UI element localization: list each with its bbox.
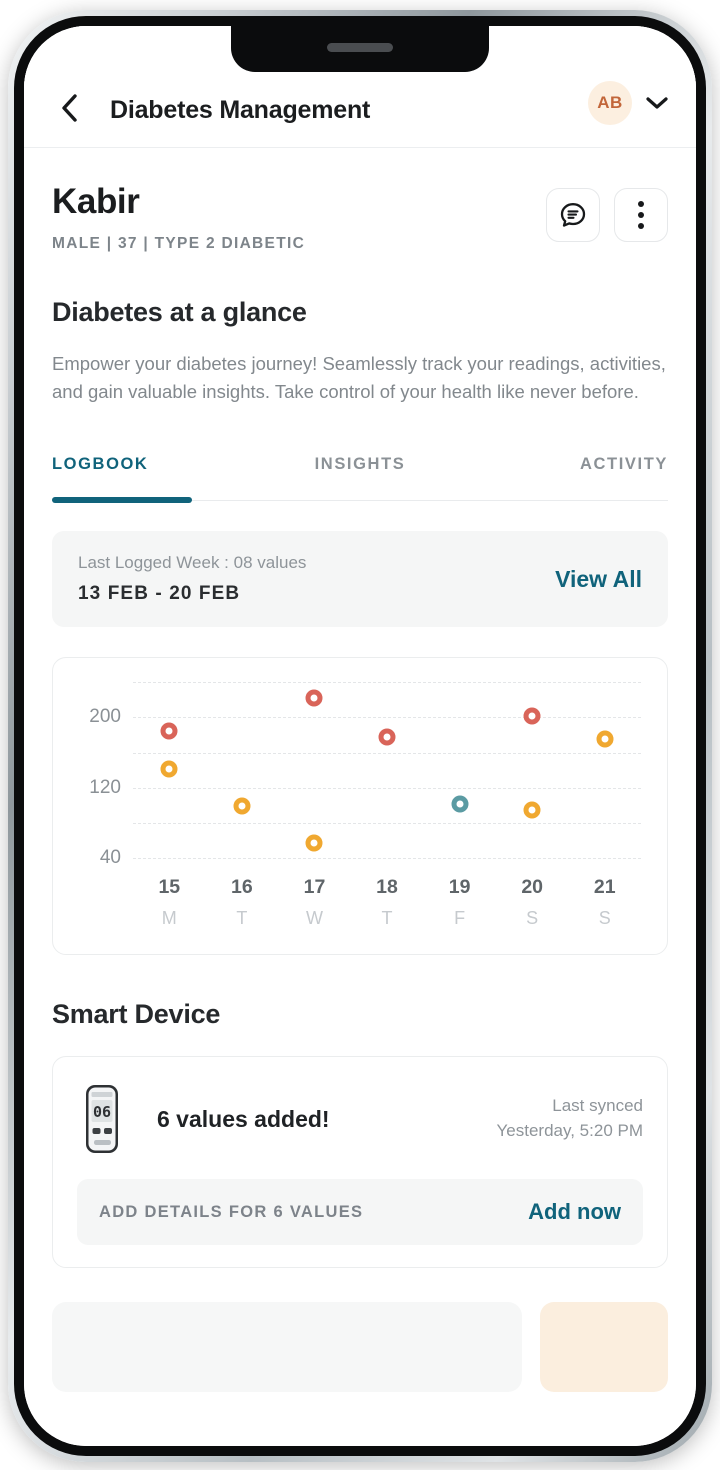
peek-card-primary[interactable] — [52, 1302, 522, 1393]
chart-data-point[interactable] — [523, 707, 541, 725]
chart-x-tick-day: 19 — [448, 876, 471, 899]
chart-gridline — [133, 682, 641, 684]
chart-gridline — [133, 752, 641, 754]
add-details-label: ADD DETAILS FOR 6 VALUES — [99, 1202, 364, 1221]
chart-x-tick-weekday: W — [305, 908, 323, 929]
week-date-range: 13 FEB - 20 FEB — [78, 583, 241, 605]
chart-x-tick-weekday: T — [236, 908, 248, 929]
week-logged-label: Last Logged Week : 08 values — [78, 553, 307, 573]
chart-x-tick-weekday: S — [526, 908, 539, 929]
chart-data-point[interactable] — [523, 801, 541, 819]
phone-bezel: Diabetes Management AB Kabir MALE | 37 |… — [14, 16, 706, 1456]
below-fold-cards — [52, 1302, 668, 1393]
week-summary-card: Last Logged Week : 08 values 13 FEB - 20… — [52, 531, 668, 628]
account-dropdown-button[interactable] — [646, 92, 668, 114]
app-bar-actions: AB — [588, 81, 668, 125]
overview-description: Empower your diabetes journey! Seamlessl… — [52, 352, 666, 403]
patient-info: Kabir MALE | 37 | TYPE 2 DIABETIC — [52, 182, 306, 253]
chart-x-tick: 20 S — [496, 876, 569, 934]
chat-bubble-icon — [560, 203, 586, 227]
patient-actions — [546, 184, 668, 242]
chart-data-point[interactable] — [160, 760, 178, 777]
chart-x-tick-day: 16 — [231, 876, 253, 899]
glucose-chart-card: 40 120 200 15 M 16 T 17 W 18 T 19 F 20 S 21 S — [52, 657, 668, 956]
add-now-button[interactable]: Add now — [528, 1199, 621, 1225]
tab-bar: LOGBOOK INSIGHTS ACTIVITY — [52, 447, 668, 504]
chart-gridline — [133, 823, 641, 825]
tab-activity[interactable]: ACTIVITY — [463, 447, 668, 500]
avatar[interactable]: AB — [588, 81, 632, 125]
add-details-row[interactable]: ADD DETAILS FOR 6 VALUES Add now — [77, 1179, 643, 1246]
glucometer-icon: 06 — [86, 1085, 118, 1154]
patient-name: Kabir — [52, 182, 140, 221]
chart-x-axis: 15 M 16 T 17 W 18 T 19 F 20 S 21 S — [133, 876, 641, 934]
tab-insights[interactable]: INSIGHTS — [257, 447, 462, 500]
chart-x-tick-day: 21 — [593, 876, 616, 899]
phone-frame: Diabetes Management AB Kabir MALE | 37 |… — [8, 10, 712, 1462]
chart-gridline — [133, 717, 641, 719]
week-summary-text: Last Logged Week : 08 values 13 FEB - 20… — [78, 553, 306, 605]
chart-data-point[interactable] — [451, 795, 469, 813]
chart-data-point[interactable] — [305, 689, 323, 707]
view-all-button[interactable]: View All — [555, 566, 642, 593]
smart-device-sync-time: Last synced Yesterday, 5:20 PM — [497, 1094, 643, 1143]
more-options-button[interactable] — [614, 188, 668, 242]
chart-data-point[interactable] — [305, 834, 323, 852]
phone-screen: Diabetes Management AB Kabir MALE | 37 |… — [24, 26, 696, 1446]
chart-x-tick-day: 17 — [303, 876, 326, 899]
speaker-grille — [327, 43, 393, 52]
smart-device-heading: Smart Device — [52, 999, 221, 1030]
smart-device-summary: 06 6 values added! Last synced Yesterday… — [77, 1083, 643, 1155]
back-button[interactable] — [52, 91, 86, 125]
more-vertical-icon — [638, 201, 644, 229]
chart-data-point[interactable] — [596, 730, 614, 748]
smart-device-message: 6 values added! — [157, 1105, 330, 1132]
chart-data-point[interactable] — [233, 797, 251, 815]
chart-plot-area: 40 120 200 — [89, 682, 641, 876]
chat-button[interactable] — [546, 188, 600, 242]
chart-x-tick-weekday: M — [161, 908, 177, 929]
app-root: Diabetes Management AB Kabir MALE | 37 |… — [24, 26, 696, 1446]
chart-y-tick-label: 200 — [89, 706, 121, 728]
chart-x-tick: 17 W — [278, 876, 351, 934]
overview-title: Diabetes at a glance — [52, 296, 307, 327]
chart-x-tick: 15 M — [133, 876, 206, 934]
scroll-content: Kabir MALE | 37 | TYPE 2 DIABETIC Diabet… — [24, 148, 696, 1393]
chart-gridline — [133, 858, 641, 860]
chart-x-tick: 21 S — [568, 876, 641, 934]
chart-gridline — [133, 787, 641, 789]
chart-y-tick-label: 40 — [99, 847, 121, 869]
chart-x-tick-day: 20 — [521, 876, 544, 899]
peek-card-secondary[interactable] — [540, 1302, 668, 1393]
tab-logbook[interactable]: LOGBOOK — [52, 447, 257, 504]
chart-x-tick-day: 15 — [158, 876, 181, 899]
chevron-left-icon — [62, 94, 77, 122]
chart-x-tick: 19 F — [423, 876, 496, 934]
smart-device-card: 06 6 values added! Last synced Yesterday… — [52, 1056, 668, 1269]
chart-x-tick-weekday: F — [454, 908, 466, 929]
glucose-scatter-chart: 40 120 200 15 M 16 T 17 W 18 T 19 F 20 S 21 S — [71, 682, 649, 934]
svg-text:06: 06 — [93, 1103, 111, 1121]
chart-x-tick-weekday: T — [381, 908, 393, 929]
chart-x-tick: 16 T — [206, 876, 279, 934]
chart-data-point[interactable] — [160, 722, 178, 740]
sync-label: Last synced — [552, 1096, 643, 1116]
chart-data-point[interactable] — [378, 728, 396, 746]
patient-meta: MALE | 37 | TYPE 2 DIABETIC — [52, 234, 306, 252]
chart-x-tick-weekday: S — [598, 908, 611, 929]
chart-y-tick-label: 120 — [89, 776, 121, 798]
sync-timestamp: Yesterday, 5:20 PM — [496, 1121, 643, 1141]
chart-x-tick: 18 T — [351, 876, 424, 934]
phone-notch — [231, 26, 489, 72]
chevron-down-icon — [646, 97, 668, 109]
page-title: Diabetes Management — [110, 96, 371, 124]
patient-header: Kabir MALE | 37 | TYPE 2 DIABETIC — [52, 148, 668, 253]
chart-x-tick-day: 18 — [376, 876, 398, 899]
